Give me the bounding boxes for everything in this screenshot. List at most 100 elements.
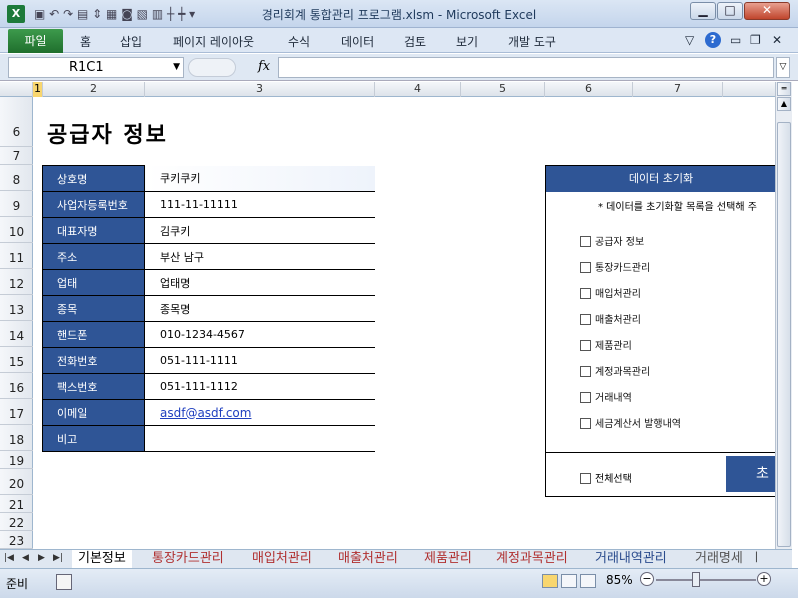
row-header[interactable]: 18: [0, 425, 33, 451]
row-header[interactable]: 7: [0, 147, 33, 165]
sheet-tab[interactable]: 기본정보: [72, 550, 132, 568]
row-header[interactable]: 14: [0, 321, 33, 347]
row-header[interactable]: 17: [0, 399, 33, 425]
insert-function-icon[interactable]: fx: [258, 59, 270, 74]
field-value[interactable]: 업태명: [144, 269, 375, 296]
tab-file[interactable]: 파일: [8, 29, 63, 53]
worksheet[interactable]: 공급자 정보 상호명 쿠키쿠키 사업자등록번호 111-11-11111 대표자명 김…: [33, 97, 775, 549]
tab-view[interactable]: 보기: [456, 33, 478, 50]
zoom-in-icon[interactable]: +: [757, 572, 771, 586]
checkbox[interactable]: [580, 340, 591, 351]
zoom-slider[interactable]: [656, 579, 756, 581]
checkbox[interactable]: [580, 288, 591, 299]
maximize-button[interactable]: □: [717, 2, 743, 20]
column-header[interactable]: 5: [461, 82, 545, 97]
tab-data[interactable]: 데이터: [341, 33, 374, 50]
prev-sheet-icon[interactable]: ◀: [22, 553, 29, 563]
column-header[interactable]: 3: [145, 82, 375, 97]
tab-page-layout[interactable]: 페이지 레이아웃: [173, 33, 254, 50]
sheet-tab[interactable]: 제품관리: [418, 550, 478, 568]
reset-option[interactable]: 세금계산서 발행내역: [580, 415, 681, 430]
select-all-corner[interactable]: [0, 82, 33, 97]
doc-minimize-icon[interactable]: ▭: [730, 33, 741, 47]
formula-input[interactable]: [278, 57, 774, 78]
sheet-tab[interactable]: 계정과목관리: [490, 550, 574, 568]
name-box[interactable]: R1C1 ▼: [8, 57, 184, 78]
row-header[interactable]: 10: [0, 217, 33, 243]
close-button[interactable]: ✕: [744, 2, 790, 20]
row-header[interactable]: 23: [0, 531, 33, 549]
checkbox[interactable]: [580, 236, 591, 247]
tab-formulas[interactable]: 수식: [288, 33, 310, 50]
row-header[interactable]: 12: [0, 269, 33, 295]
row-header[interactable]: 16: [0, 373, 33, 399]
sheet-tab[interactable]: 거래내역관리: [589, 550, 673, 568]
checkbox[interactable]: [580, 366, 591, 377]
field-value[interactable]: 010-1234-4567: [144, 321, 375, 348]
email-link[interactable]: asdf@asdf.com: [160, 406, 251, 420]
zoom-out-icon[interactable]: −: [640, 572, 654, 586]
macro-record-icon[interactable]: [56, 574, 72, 590]
help-icon[interactable]: ?: [705, 32, 721, 48]
sheet-tab[interactable]: 통장카드관리: [146, 550, 230, 568]
sheet-tab[interactable]: 매출처관리: [332, 550, 404, 568]
zoom-level[interactable]: 85%: [606, 573, 633, 587]
row-header[interactable]: 9: [0, 191, 33, 217]
field-value[interactable]: 종목명: [144, 295, 375, 322]
tab-insert[interactable]: 삽입: [120, 33, 142, 50]
row-header[interactable]: 8: [0, 165, 33, 191]
field-value[interactable]: 부산 남구: [144, 243, 375, 270]
tab-home[interactable]: 홈: [80, 33, 91, 50]
next-sheet-icon[interactable]: ▶: [38, 553, 45, 563]
sheet-tab[interactable]: 매입처관리: [246, 550, 318, 568]
row-header[interactable]: 15: [0, 347, 33, 373]
doc-restore-icon[interactable]: ❐: [750, 33, 761, 47]
ribbon-collapse-icon[interactable]: ▽: [685, 33, 694, 47]
field-value[interactable]: [144, 425, 375, 452]
page-break-view-icon[interactable]: [580, 574, 596, 588]
field-value[interactable]: 111-11-11111: [144, 191, 375, 218]
reset-option[interactable]: 공급자 정보: [580, 233, 644, 248]
checkbox[interactable]: [580, 473, 591, 484]
reset-option[interactable]: 통장카드관리: [580, 259, 650, 274]
field-value[interactable]: 김쿠키: [144, 217, 375, 244]
reset-option[interactable]: 매출처관리: [580, 311, 641, 326]
page-layout-view-icon[interactable]: [561, 574, 577, 588]
field-value[interactable]: 051-111-1111: [144, 347, 375, 374]
first-sheet-icon[interactable]: |◀: [4, 553, 14, 563]
checkbox[interactable]: [580, 262, 591, 273]
expand-formula-icon[interactable]: ▽: [776, 57, 790, 78]
last-sheet-icon[interactable]: ▶|: [53, 553, 63, 563]
column-header[interactable]: 4: [375, 82, 461, 97]
field-value[interactable]: 쿠키쿠키: [144, 165, 375, 192]
tab-developer[interactable]: 개발 도구: [508, 33, 556, 50]
checkbox[interactable]: [580, 418, 591, 429]
row-header[interactable]: 19: [0, 451, 33, 469]
select-all-option[interactable]: 전체선택: [580, 470, 632, 485]
normal-view-icon[interactable]: [542, 574, 558, 588]
column-header[interactable]: 6: [545, 82, 633, 97]
formula-splitter[interactable]: [188, 58, 236, 77]
zoom-slider-thumb[interactable]: [692, 572, 700, 587]
field-value[interactable]: 051-111-1112: [144, 373, 375, 400]
checkbox[interactable]: [580, 314, 591, 325]
reset-option[interactable]: 거래내역: [580, 389, 632, 404]
reset-option[interactable]: 매입처관리: [580, 285, 641, 300]
tab-splitter-icon[interactable]: ▏: [756, 553, 763, 563]
scroll-up-icon[interactable]: ▲: [777, 97, 791, 111]
row-header[interactable]: 21: [0, 495, 33, 513]
row-header[interactable]: 22: [0, 513, 33, 531]
minimize-button[interactable]: ▁: [690, 2, 716, 20]
row-header[interactable]: 11: [0, 243, 33, 269]
doc-close-icon[interactable]: ✕: [772, 33, 782, 47]
vertical-scrollbar[interactable]: ═ ▲: [775, 82, 792, 549]
reset-option[interactable]: 제품관리: [580, 337, 632, 352]
column-header[interactable]: 2: [43, 82, 145, 97]
checkbox[interactable]: [580, 392, 591, 403]
reset-option[interactable]: 계정과목관리: [580, 363, 650, 378]
sheet-tab[interactable]: 거래명세: [689, 550, 751, 568]
row-header[interactable]: 20: [0, 469, 33, 495]
column-header[interactable]: 7: [633, 82, 723, 97]
row-header[interactable]: 13: [0, 295, 33, 321]
split-handle-icon[interactable]: ═: [777, 82, 791, 96]
